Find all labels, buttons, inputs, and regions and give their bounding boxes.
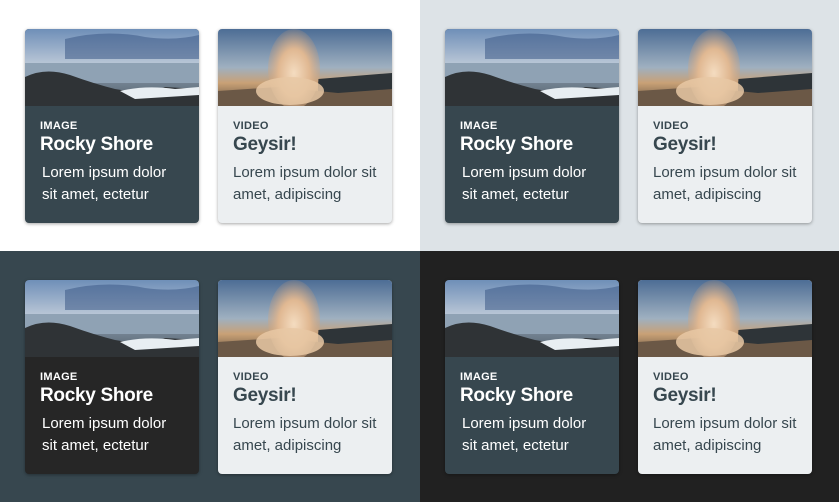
geysir-video-thumbnail (218, 29, 392, 106)
card-description: Lorem ipsum dolor sit amet, adipiscing (653, 164, 797, 203)
card-title: Rocky Shore (40, 385, 153, 406)
card-description: Lorem ipsum dolor sit amet, ectetur (462, 164, 587, 203)
rocky-shore-image (445, 280, 619, 357)
card-kind-label: IMAGE (40, 371, 78, 383)
theme-panel-black: IMAGE Rocky Shore Lorem ipsum dolor sit … (420, 251, 839, 502)
geysir-video-thumbnail (638, 29, 812, 106)
image-card[interactable]: IMAGE Rocky Shore Lorem ipsum dolor sit … (25, 29, 199, 223)
rocky-shore-image (25, 29, 199, 106)
theme-panel-slate: IMAGE Rocky Shore Lorem ipsum dolor sit … (0, 251, 420, 502)
rocky-shore-image (445, 29, 619, 106)
theme-panel-light: IMAGE Rocky Shore Lorem ipsum dolor sit … (420, 0, 839, 251)
card-description: Lorem ipsum dolor sit amet, ectetur (42, 164, 167, 203)
card-kind-label: VIDEO (653, 120, 689, 132)
card-title: Rocky Shore (460, 134, 573, 155)
rocky-shore-image (25, 280, 199, 357)
video-card[interactable]: VIDEO Geysir! Lorem ipsum dolor sit amet… (638, 29, 812, 223)
card-kind-label: VIDEO (233, 371, 269, 383)
geysir-video-thumbnail (638, 280, 812, 357)
video-card[interactable]: VIDEO Geysir! Lorem ipsum dolor sit amet… (638, 280, 812, 474)
theme-panel-white: IMAGE Rocky Shore Lorem ipsum dolor sit … (0, 0, 420, 251)
image-card[interactable]: IMAGE Rocky Shore Lorem ipsum dolor sit … (445, 280, 619, 474)
card-kind-label: VIDEO (653, 371, 689, 383)
card-title: Geysir! (233, 134, 297, 155)
card-title: Rocky Shore (460, 385, 573, 406)
card-title: Rocky Shore (40, 134, 153, 155)
card-kind-label: IMAGE (460, 371, 498, 383)
image-card[interactable]: IMAGE Rocky Shore Lorem ipsum dolor sit … (445, 29, 619, 223)
card-title: Geysir! (653, 385, 717, 406)
card-title: Geysir! (653, 134, 717, 155)
card-theme-grid: IMAGE Rocky Shore Lorem ipsum dolor sit … (0, 0, 839, 502)
card-description: Lorem ipsum dolor sit amet, ectetur (462, 415, 587, 454)
geysir-video-thumbnail (218, 280, 392, 357)
card-description: Lorem ipsum dolor sit amet, adipiscing (653, 415, 797, 454)
card-title: Geysir! (233, 385, 297, 406)
video-card[interactable]: VIDEO Geysir! Lorem ipsum dolor sit amet… (218, 29, 392, 223)
card-description: Lorem ipsum dolor sit amet, ectetur (42, 415, 167, 454)
card-description: Lorem ipsum dolor sit amet, adipiscing (233, 164, 377, 203)
card-kind-label: IMAGE (460, 120, 498, 132)
video-card[interactable]: VIDEO Geysir! Lorem ipsum dolor sit amet… (218, 280, 392, 474)
card-kind-label: VIDEO (233, 120, 269, 132)
image-card[interactable]: IMAGE Rocky Shore Lorem ipsum dolor sit … (25, 280, 199, 474)
card-kind-label: IMAGE (40, 120, 78, 132)
card-description: Lorem ipsum dolor sit amet, adipiscing (233, 415, 377, 454)
